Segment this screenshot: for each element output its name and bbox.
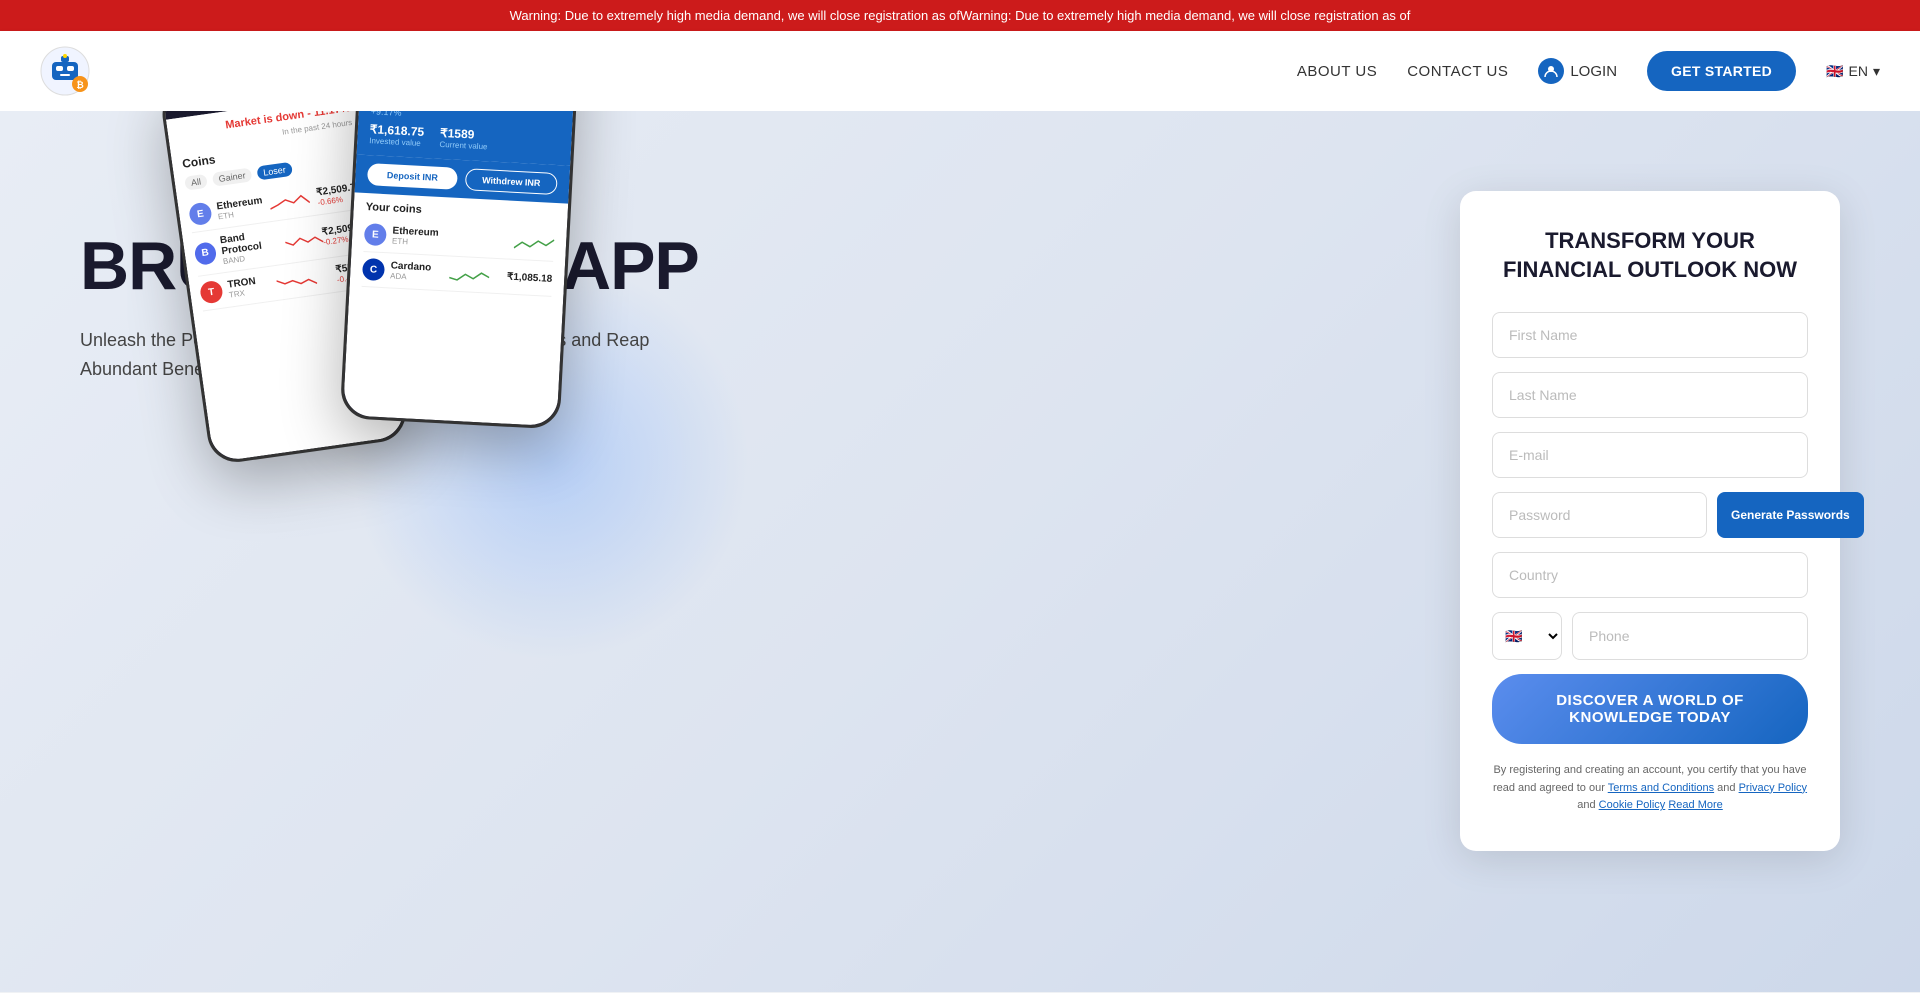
tron-left: T TRON TRX bbox=[199, 275, 258, 305]
email-input[interactable] bbox=[1492, 432, 1808, 478]
disclaimer-and1: and bbox=[1717, 782, 1735, 794]
generate-password-button[interactable]: Generate Passwords bbox=[1717, 492, 1864, 538]
nav-contact[interactable]: CONTACT US bbox=[1407, 63, 1508, 80]
get-started-button[interactable]: GET STARTED bbox=[1647, 51, 1796, 91]
tab-loser[interactable]: Loser bbox=[256, 162, 292, 181]
privacy-link[interactable]: Privacy Policy bbox=[1739, 782, 1807, 794]
coin-left: E Ethereum ETH bbox=[188, 194, 264, 226]
right-ada-left: C Cardano ADA bbox=[362, 258, 432, 284]
sub-val-1-label: Invested value bbox=[369, 136, 424, 148]
password-input[interactable] bbox=[1492, 492, 1707, 538]
band-icon: B bbox=[193, 241, 217, 266]
right-ada-icon: C bbox=[362, 258, 385, 281]
discover-button[interactable]: DISCOVER A WORLD OF KNOWLEDGE TODAY bbox=[1492, 674, 1808, 744]
eth-info: Ethereum ETH bbox=[216, 195, 264, 221]
warning-banner: Warning: Due to extremely high media dem… bbox=[0, 0, 1920, 31]
portfolio-sub-values: ₹1,618.75 Invested value ₹1589 Current v… bbox=[369, 122, 560, 155]
deposit-button[interactable]: Deposit INR bbox=[367, 163, 458, 190]
withdraw-button[interactable]: Withdrew INR bbox=[465, 168, 558, 195]
tab-all[interactable]: All bbox=[184, 174, 208, 191]
right-eth-left: E Ethereum ETH bbox=[364, 223, 439, 249]
lang-selector[interactable]: 🇬🇧 EN ▾ bbox=[1826, 63, 1880, 80]
tron-sparkline bbox=[275, 267, 317, 292]
sub-val-2-label: Current value bbox=[439, 140, 487, 152]
first-name-input[interactable] bbox=[1492, 312, 1808, 358]
tron-icon: T bbox=[199, 280, 224, 305]
nav-about[interactable]: ABOUT US bbox=[1297, 63, 1377, 80]
lang-label: EN bbox=[1849, 63, 1868, 79]
sub-val-2: ₹1589 Current value bbox=[439, 126, 488, 151]
phone-right-mockup: 9:41 📶🔋 Portfolio ₹2,509.75 +9.17% ₹1,61… bbox=[340, 111, 581, 429]
navbar: ₿ ABOUT US CONTACT US LOGIN GET STARTED … bbox=[0, 31, 1920, 111]
login-label: LOGIN bbox=[1570, 63, 1617, 80]
form-title-line2: FINANCIAL OUTLOOK NOW bbox=[1503, 257, 1797, 282]
warning-text: Warning: Due to extremely high media dem… bbox=[510, 8, 1411, 23]
nav-login[interactable]: LOGIN bbox=[1538, 58, 1617, 84]
band-left: B Band Protocol BAND bbox=[193, 227, 287, 270]
band-sparkline bbox=[284, 227, 324, 252]
registration-form: TRANSFORM YOUR FINANCIAL OUTLOOK NOW Gen… bbox=[1460, 191, 1840, 851]
logo: ₿ bbox=[40, 46, 90, 96]
login-icon bbox=[1538, 58, 1564, 84]
sub-val-1: ₹1,618.75 Invested value bbox=[369, 122, 424, 148]
form-disclaimer: By registering and creating an account, … bbox=[1492, 762, 1808, 815]
svg-text:₿: ₿ bbox=[76, 80, 83, 90]
terms-link[interactable]: Terms and Conditions bbox=[1608, 782, 1714, 794]
tron-info: TRON TRX bbox=[227, 276, 258, 300]
phone-right-screen: 9:41 📶🔋 Portfolio ₹2,509.75 +9.17% ₹1,61… bbox=[343, 111, 577, 426]
last-name-input[interactable] bbox=[1492, 372, 1808, 418]
right-eth-info: Ethereum ETH bbox=[392, 225, 439, 247]
eth-icon: E bbox=[188, 201, 213, 226]
phone-row: 🇬🇧 🇺🇸 🇮🇳 bbox=[1492, 612, 1808, 660]
right-eth-icon: E bbox=[364, 223, 387, 246]
band-info: Band Protocol BAND bbox=[219, 227, 287, 267]
right-ada-sparkline bbox=[448, 263, 489, 285]
hero-section: BRUA EVEX AI APP Unleash the Potential o… bbox=[0, 111, 1920, 992]
country-input[interactable] bbox=[1492, 552, 1808, 598]
form-title-line1: TRANSFORM YOUR bbox=[1545, 228, 1755, 253]
right-eth-sparkline bbox=[514, 232, 555, 254]
right-ada-info: Cardano ADA bbox=[390, 260, 432, 282]
hero-left: BRUA EVEX AI APP Unleash the Potential o… bbox=[80, 171, 1460, 424]
password-row: Generate Passwords bbox=[1492, 492, 1808, 538]
phone-input[interactable] bbox=[1572, 612, 1808, 660]
tab-gainer[interactable]: Gainer bbox=[212, 167, 253, 186]
chevron-down-icon: ▾ bbox=[1873, 63, 1880, 80]
eth-sparkline bbox=[269, 189, 311, 214]
flag-icon: 🇬🇧 bbox=[1826, 63, 1843, 80]
cookie-link[interactable]: Cookie Policy bbox=[1599, 799, 1666, 811]
read-more-link[interactable]: Read More bbox=[1668, 799, 1722, 811]
disclaimer-and2: and bbox=[1577, 799, 1595, 811]
phones-container: 9:41 📶🔋 Market is down - 11.17% In the p… bbox=[180, 111, 570, 424]
nav-links: ABOUT US CONTACT US LOGIN GET STARTED 🇬🇧… bbox=[1297, 51, 1880, 91]
form-title: TRANSFORM YOUR FINANCIAL OUTLOOK NOW bbox=[1492, 227, 1808, 284]
logo-icon: ₿ bbox=[40, 46, 90, 96]
right-ada-price: ₹1,085.18 bbox=[507, 271, 553, 284]
country-code-select[interactable]: 🇬🇧 🇺🇸 🇮🇳 bbox=[1492, 612, 1562, 660]
